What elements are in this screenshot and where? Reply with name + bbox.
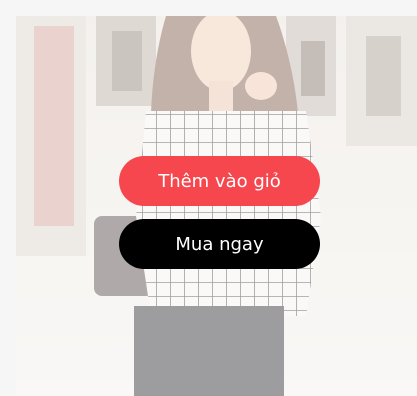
image-overlay xyxy=(16,16,417,396)
add-to-cart-button[interactable]: Thêm vào giỏ xyxy=(119,156,320,206)
product-card[interactable]: Thêm vào giỏ Mua ngay xyxy=(16,16,417,396)
buy-now-button[interactable]: Mua ngay xyxy=(119,219,320,269)
